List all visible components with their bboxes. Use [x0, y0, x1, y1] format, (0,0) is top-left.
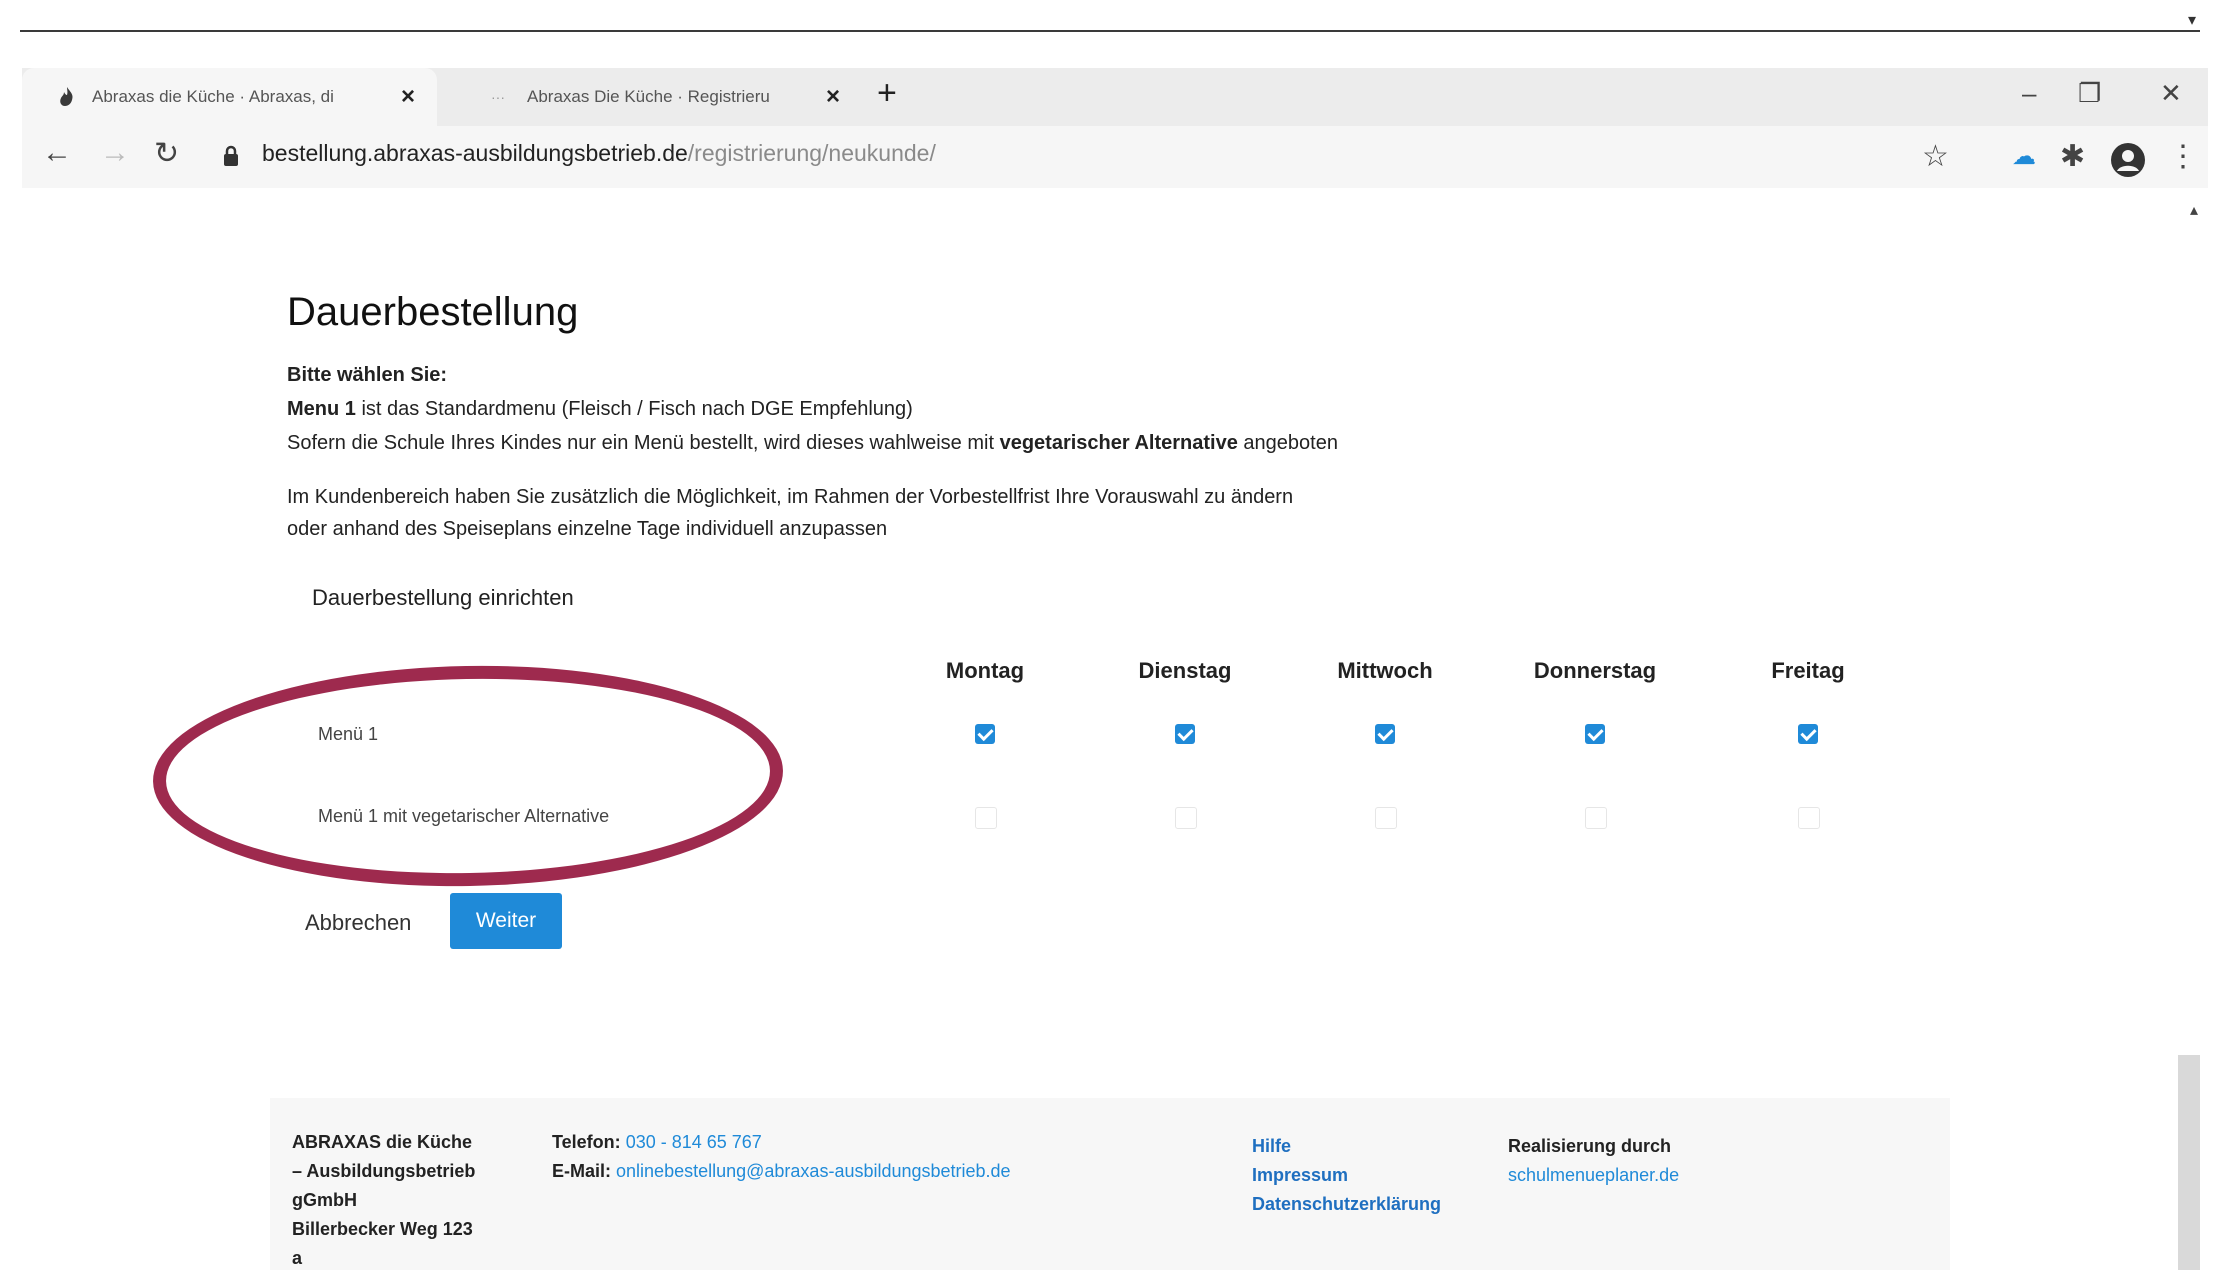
footer-address: ABRAXAS die Küche – Ausbildungsbetrieb g…	[292, 1128, 492, 1273]
checkbox-row2-tuesday[interactable]	[1175, 807, 1197, 829]
menu1-bold: Menu 1	[287, 398, 356, 420]
reload-icon[interactable]: ↻	[154, 136, 179, 171]
vegetarian-bold: vegetarischer Alternative	[999, 432, 1238, 454]
url-path: /registrierung/neukunde/	[687, 140, 936, 166]
info-line-1: Im Kundenbereich haben Sie zusätzlich di…	[287, 486, 1294, 508]
phone-label: Telefon:	[552, 1132, 621, 1152]
email-label: E-Mail:	[552, 1161, 612, 1181]
browser-tab[interactable]: ··· Abraxas Die Küche · Registrieru ×	[457, 68, 862, 126]
browser-toolbar: ← → ↻ bestellung.abraxas-ausbildungsbetr…	[22, 126, 2208, 188]
browser-tabstrip: Abraxas die Küche · Abraxas, di × ··· Ab…	[22, 68, 2208, 126]
page-title: Dauerbestellung	[287, 290, 579, 334]
browser-tab-active[interactable]: Abraxas die Küche · Abraxas, di ×	[22, 68, 437, 126]
checkbox-row2-thursday[interactable]	[1585, 807, 1607, 829]
hand-drawn-highlight-circle	[151, 660, 785, 892]
scroll-arrow-down-icon: ▾	[2188, 12, 2197, 29]
minimize-icon[interactable]: –	[2022, 78, 2036, 109]
checkbox-row1-monday[interactable]	[975, 724, 995, 744]
vegetarian-text-a: Sofern die Schule Ihres Kindes nur ein M…	[287, 432, 1000, 454]
choose-label: Bitte wählen Sie:	[287, 364, 448, 386]
forward-arrow-icon[interactable]: →	[100, 136, 130, 170]
footer-realization: Realisierung durch schulmenueplaner.de	[1508, 1132, 1679, 1190]
help-link[interactable]: Hilfe	[1252, 1132, 1441, 1161]
address-line: ABRAXAS die Küche	[292, 1132, 473, 1152]
profile-avatar-icon[interactable]	[2110, 142, 2146, 186]
phone-link[interactable]: 030 - 814 65 767	[626, 1132, 762, 1152]
address-line: – Ausbildungsbetrieb	[292, 1161, 476, 1181]
scroll-up-arrow-icon[interactable]: ▴	[2190, 200, 2198, 220]
lock-icon	[222, 144, 240, 168]
next-button[interactable]: Weiter	[450, 893, 562, 949]
new-tab-icon[interactable]: +	[877, 74, 897, 113]
day-header-tuesday: Dienstag	[1138, 658, 1232, 683]
flame-favicon-icon	[56, 86, 78, 108]
day-header-monday: Montag	[945, 658, 1025, 683]
scan-edge-line	[20, 30, 2200, 32]
menu1-description: Menu 1 ist das Standardmenu (Fleisch / F…	[287, 398, 913, 421]
checkbox-row2-wednesday[interactable]	[1375, 807, 1397, 829]
extensions-puzzle-icon[interactable]: ✱	[2060, 139, 2085, 174]
window-close-icon[interactable]: ✕	[2160, 78, 2182, 109]
vegetarian-description: Sofern die Schule Ihres Kindes nur ein M…	[287, 432, 1338, 455]
url-host: bestellung.abraxas-ausbildungsbetrieb.de	[262, 140, 688, 166]
address-line: Billerbecker Weg 123	[292, 1219, 473, 1239]
tab-close-icon[interactable]: ×	[393, 83, 423, 111]
subheading: Dauerbestellung einrichten	[312, 585, 574, 610]
footer-links: Hilfe Impressum Datenschutzerklärung	[1252, 1132, 1441, 1219]
day-header-friday: Freitag	[1771, 658, 1845, 683]
cloud-extension-icon[interactable]: ☁	[2012, 142, 2036, 171]
privacy-link[interactable]: Datenschutzerklärung	[1252, 1190, 1441, 1219]
info-line-2: oder anhand des Speiseplans einzelne Tag…	[287, 518, 888, 540]
checkbox-row1-thursday[interactable]	[1585, 724, 1605, 744]
email-link[interactable]: onlinebestellung@abraxas-ausbildungsbetr…	[616, 1161, 1011, 1181]
restore-icon[interactable]: ❐	[2078, 78, 2101, 109]
more-menu-icon[interactable]: ⋮	[2168, 139, 2198, 174]
page-footer: ABRAXAS die Küche – Ausbildungsbetrieb g…	[270, 1098, 1950, 1270]
checkbox-row2-monday[interactable]	[975, 807, 997, 829]
address-line: gGmbH	[292, 1190, 357, 1210]
bookmark-star-icon[interactable]: ☆	[1922, 139, 1949, 174]
checkbox-row1-tuesday[interactable]	[1175, 724, 1195, 744]
back-arrow-icon[interactable]: ←	[42, 136, 72, 170]
scrollbar-thumb[interactable]	[2178, 1055, 2200, 1270]
day-header-wednesday: Mittwoch	[1337, 658, 1433, 683]
tab-close-icon[interactable]: ×	[818, 83, 848, 111]
realization-label: Realisierung durch	[1508, 1136, 1672, 1156]
tab-title: Abraxas Die Küche · Registrieru	[527, 87, 770, 106]
address-line: a	[292, 1248, 303, 1268]
checkbox-row1-wednesday[interactable]	[1375, 724, 1395, 744]
imprint-link[interactable]: Impressum	[1252, 1161, 1441, 1190]
day-header-thursday: Donnerstag	[1533, 658, 1657, 683]
loading-favicon-icon: ···	[491, 89, 505, 105]
checkbox-row2-friday[interactable]	[1798, 807, 1820, 829]
footer-contact: Telefon: 030 - 814 65 767 E-Mail: online…	[552, 1128, 1011, 1186]
checkbox-row1-friday[interactable]	[1798, 724, 1818, 744]
vegetarian-text-b: angeboten	[1237, 432, 1338, 454]
cancel-button[interactable]: Abbrechen	[305, 910, 411, 936]
menu1-text: ist das Standardmenu (Fleisch / Fisch na…	[355, 398, 913, 420]
tab-title: Abraxas die Küche · Abraxas, di	[92, 87, 334, 106]
address-bar[interactable]: bestellung.abraxas-ausbildungsbetrieb.de…	[262, 140, 936, 167]
realization-link[interactable]: schulmenueplaner.de	[1508, 1161, 1679, 1190]
